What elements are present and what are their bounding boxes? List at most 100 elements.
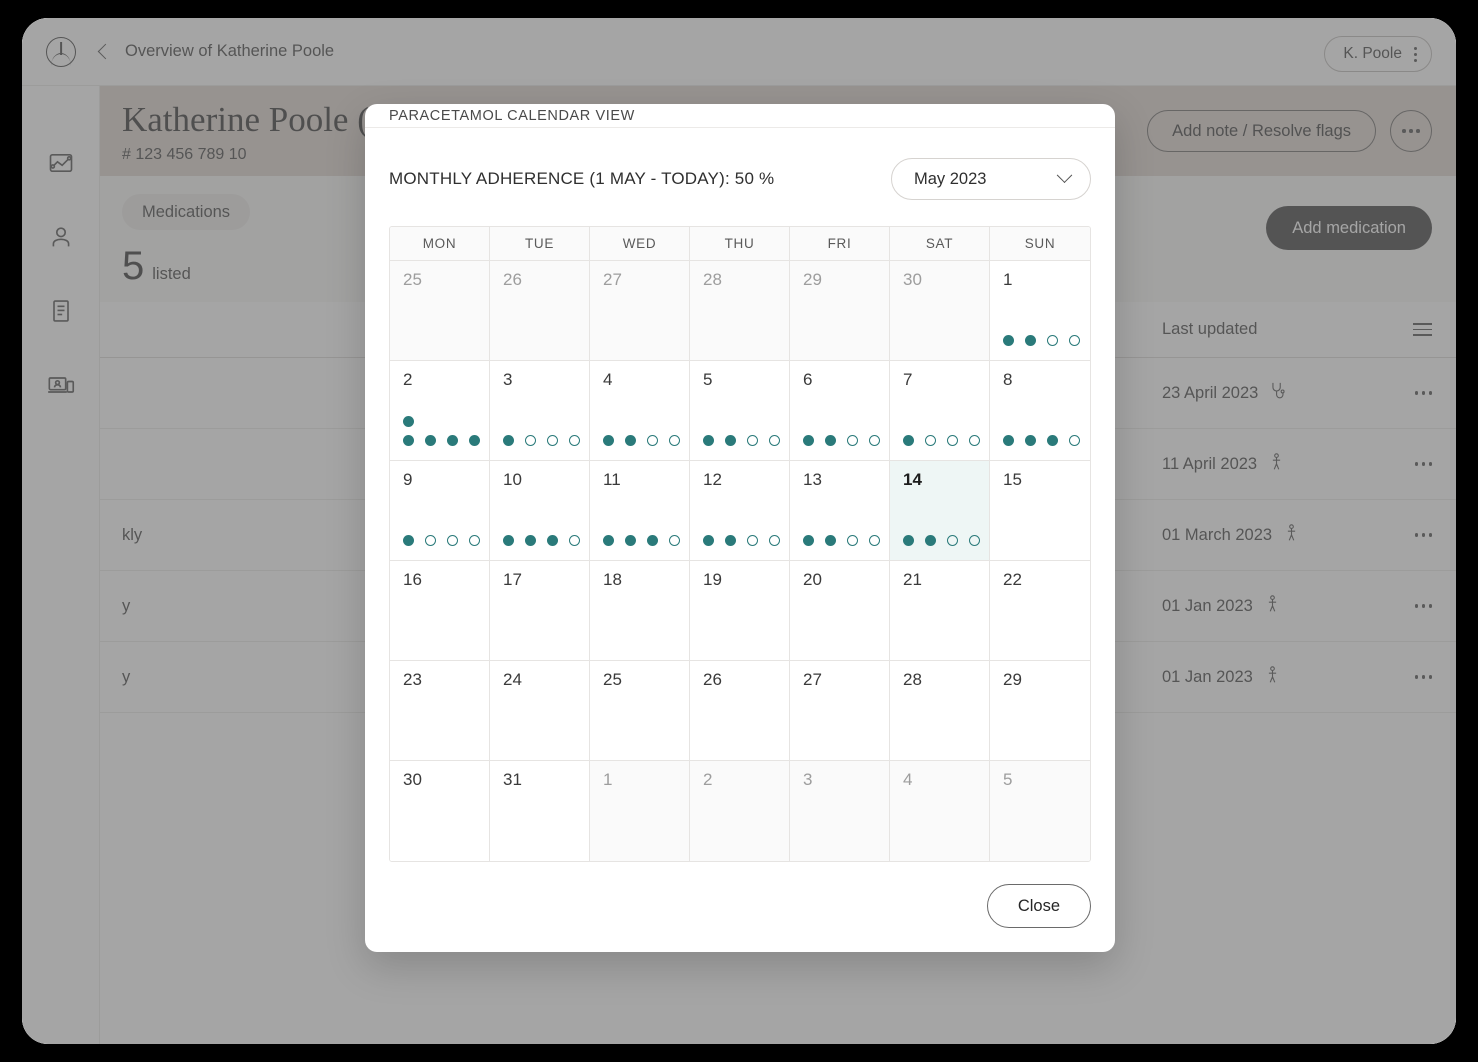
device-frame: Overview of Katherine Poole K. Poole <box>22 18 1456 1044</box>
close-button[interactable]: Close <box>986 884 1091 928</box>
calendar-day-number: 27 <box>603 270 622 289</box>
calendar-day[interactable]: 2 <box>690 761 790 861</box>
calendar-day-number: 20 <box>803 570 822 589</box>
dose-taken-dot <box>825 435 836 446</box>
calendar-day[interactable]: 30 <box>890 261 990 361</box>
dose-dots <box>703 535 781 546</box>
calendar-day[interactable]: 8 <box>990 361 1090 461</box>
calendar-day[interactable]: 27 <box>590 261 690 361</box>
calendar-day[interactable]: 1 <box>990 261 1090 361</box>
calendar-day[interactable]: 10 <box>490 461 590 561</box>
month-select[interactable]: May 2023 <box>891 158 1091 200</box>
calendar-day[interactable]: 20 <box>790 561 890 661</box>
calendar-day[interactable]: 16 <box>390 561 490 661</box>
calendar-day[interactable]: 11 <box>590 461 690 561</box>
calendar-day-number: 25 <box>403 270 422 289</box>
calendar-week: 2 3 4 5 6 7 8 <box>390 361 1090 461</box>
calendar-day-number: 4 <box>603 370 613 389</box>
calendar-day-number: 2 <box>403 370 413 389</box>
calendar-day-number: 29 <box>803 270 822 289</box>
calendar-day-number: 26 <box>703 670 722 689</box>
calendar-day-number: 15 <box>1003 470 1022 489</box>
calendar-day-number: 6 <box>803 370 813 389</box>
calendar-day[interactable]: 26 <box>490 261 590 361</box>
dose-taken-dot <box>903 535 914 546</box>
calendar-day[interactable]: 28 <box>690 261 790 361</box>
calendar-day-number: 12 <box>703 470 722 489</box>
dose-taken-dot <box>503 435 514 446</box>
calendar-day[interactable]: 22 <box>990 561 1090 661</box>
calendar-day[interactable]: 3 <box>490 361 590 461</box>
calendar-day[interactable]: 3 <box>790 761 890 861</box>
dose-taken-dot <box>825 535 836 546</box>
dose-missed-dot <box>569 535 580 546</box>
dose-taken-dot <box>903 435 914 446</box>
dose-missed-dot <box>969 535 980 546</box>
calendar-day-number: 28 <box>703 270 722 289</box>
dose-taken-dot <box>703 435 714 446</box>
calendar-day[interactable]: 5 <box>690 361 790 461</box>
dose-taken-dot <box>603 435 614 446</box>
calendar-day-today[interactable]: 14 <box>890 461 990 561</box>
calendar-day[interactable]: 19 <box>690 561 790 661</box>
calendar-day[interactable]: 27 <box>790 661 890 761</box>
dose-missed-dot <box>425 535 436 546</box>
calendar-day-number: 11 <box>603 470 621 489</box>
dose-missed-dot <box>947 535 958 546</box>
calendar-day[interactable]: 4 <box>890 761 990 861</box>
dose-dots <box>403 416 481 446</box>
dose-taken-dot <box>725 535 736 546</box>
calendar-day[interactable]: 1 <box>590 761 690 861</box>
dose-missed-dot <box>869 435 880 446</box>
calendar-day[interactable]: 2 <box>390 361 490 461</box>
calendar-day[interactable]: 15 <box>990 461 1090 561</box>
calendar-day[interactable]: 18 <box>590 561 690 661</box>
calendar-day-number: 26 <box>503 270 522 289</box>
modal-footer: Close <box>365 862 1115 952</box>
adherence-row: MONTHLY ADHERENCE (1 MAY - TODAY): 50 % … <box>389 158 1091 200</box>
dose-taken-dot <box>403 435 414 446</box>
calendar-day[interactable]: 7 <box>890 361 990 461</box>
calendar-day[interactable]: 25 <box>590 661 690 761</box>
dose-dots <box>903 435 981 446</box>
calendar-day[interactable]: 26 <box>690 661 790 761</box>
calendar-day-number: 24 <box>503 670 522 689</box>
calendar-day-number: 28 <box>903 670 922 689</box>
dose-dots <box>703 435 781 446</box>
calendar-day[interactable]: 4 <box>590 361 690 461</box>
calendar-day[interactable]: 13 <box>790 461 890 561</box>
dose-taken-dot <box>803 535 814 546</box>
dose-taken-dot <box>1025 335 1036 346</box>
calendar-day-number: 10 <box>503 470 522 489</box>
calendar-day-number: 29 <box>1003 670 1022 689</box>
calendar-day-number: 19 <box>703 570 722 589</box>
modal-title: PARACETAMOL CALENDAR VIEW <box>389 107 635 124</box>
weekday-wed: WED <box>590 227 690 261</box>
calendar-day[interactable]: 25 <box>390 261 490 361</box>
calendar-day[interactable]: 21 <box>890 561 990 661</box>
dose-taken-dot <box>703 535 714 546</box>
calendar-day[interactable]: 28 <box>890 661 990 761</box>
dose-missed-dot <box>469 535 480 546</box>
dose-taken-dot <box>603 535 614 546</box>
calendar-weekday-header: MON TUE WED THU FRI SAT SUN <box>390 227 1090 261</box>
calendar-day-number: 18 <box>603 570 622 589</box>
calendar-day[interactable]: 5 <box>990 761 1090 861</box>
calendar-day[interactable]: 9 <box>390 461 490 561</box>
calendar-day[interactable]: 24 <box>490 661 590 761</box>
calendar-day-number: 1 <box>1003 270 1013 289</box>
calendar-day[interactable]: 31 <box>490 761 590 861</box>
modal-header: PARACETAMOL CALENDAR VIEW <box>365 104 1115 128</box>
calendar-day[interactable]: 29 <box>790 261 890 361</box>
calendar-day-number: 7 <box>903 370 913 389</box>
calendar-day[interactable]: 29 <box>990 661 1090 761</box>
calendar-day[interactable]: 17 <box>490 561 590 661</box>
calendar-day[interactable]: 12 <box>690 461 790 561</box>
calendar-day[interactable]: 23 <box>390 661 490 761</box>
calendar-day[interactable]: 6 <box>790 361 890 461</box>
calendar-day[interactable]: 30 <box>390 761 490 861</box>
dose-missed-dot <box>525 435 536 446</box>
dose-dots <box>1003 435 1082 446</box>
weekday-sun: SUN <box>990 227 1090 261</box>
dose-missed-dot <box>847 435 858 446</box>
